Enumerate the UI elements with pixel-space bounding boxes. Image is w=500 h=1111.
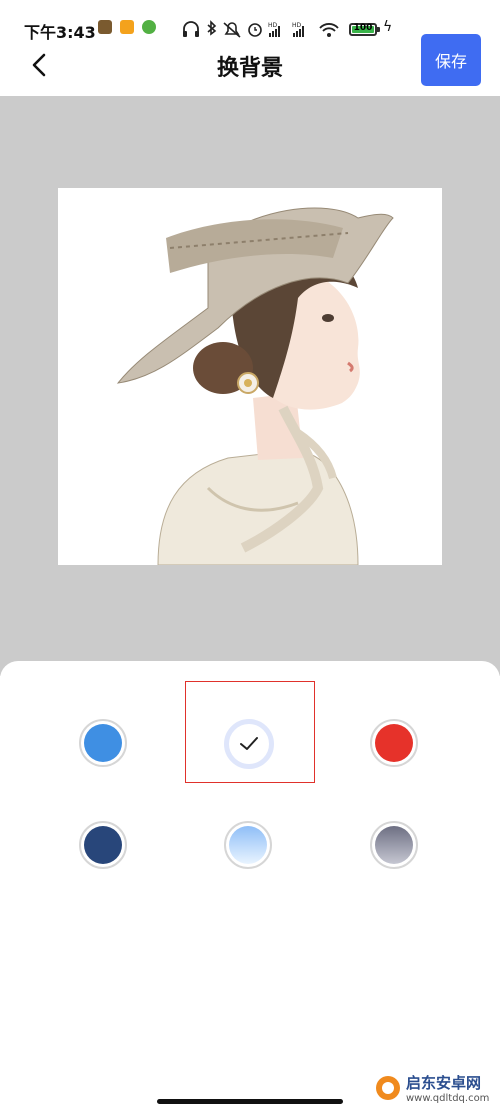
app-notification-icon [120, 20, 134, 34]
svg-text:HD: HD [268, 22, 278, 29]
app-notification-icon [142, 20, 156, 34]
system-status-icons: HD HD [183, 20, 339, 38]
swatch-dark-blue-fill [84, 826, 122, 864]
home-indicator[interactable] [157, 1099, 343, 1104]
swatch-blue[interactable] [79, 719, 127, 767]
swatch-light-blue-fill [229, 826, 267, 864]
swatch-gray-fill [375, 826, 413, 864]
battery-icon: 100 [349, 23, 377, 36]
notification-icons [98, 20, 156, 34]
watermark: 启东安卓网 www.qdltdq.com [374, 1072, 489, 1104]
save-button[interactable]: 保存 [421, 34, 481, 86]
charging-icon: ϟ [383, 19, 393, 35]
top-bar: 换背景 保存 [0, 34, 500, 96]
status-time: 下午3:43 [24, 23, 96, 42]
watermark-brand: 启东安卓网 [406, 1074, 482, 1092]
app-notification-icon [98, 20, 112, 34]
swatch-red[interactable] [370, 719, 418, 767]
battery-text: 100 [353, 23, 373, 33]
portrait-photo [58, 188, 442, 566]
portrait-illustration [116, 207, 394, 566]
watermark-logo-icon [376, 1076, 400, 1100]
change-background-screen: 下午3:43 HD HD 100 ϟ 换背景 保存 启东安卓网 www.qdlt… [0, 0, 500, 1111]
preview-area [0, 96, 500, 676]
swatch-light-blue-gradient[interactable] [224, 821, 272, 869]
swatch-blue-fill [84, 724, 122, 762]
battery-cap [377, 27, 380, 32]
selection-highlight-box [185, 681, 315, 783]
svg-text:HD: HD [292, 22, 302, 29]
swatch-gray-gradient[interactable] [370, 821, 418, 869]
swatch-dark-blue[interactable] [79, 821, 127, 869]
watermark-url: www.qdltdq.com [406, 1093, 490, 1104]
swatch-red-fill [375, 724, 413, 762]
